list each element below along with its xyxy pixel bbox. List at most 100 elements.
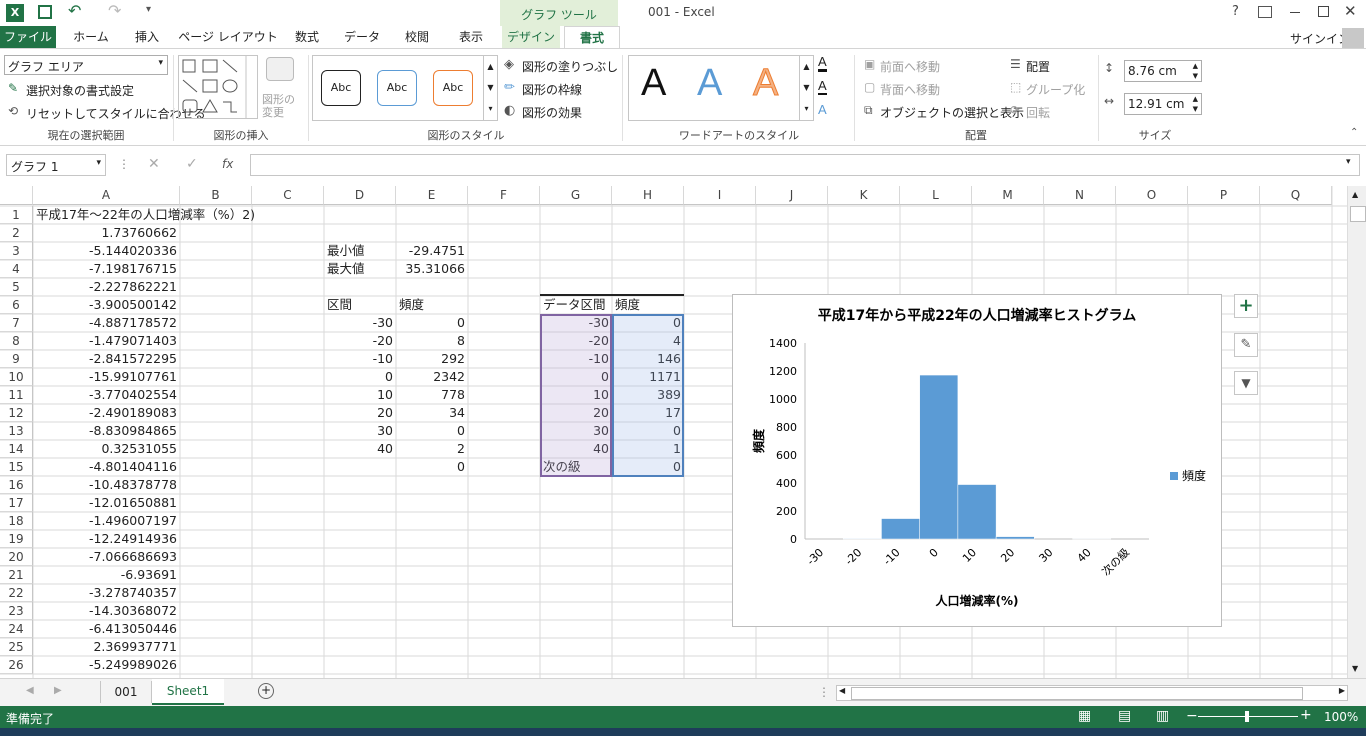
cell-a[interactable]: -12.24914936 bbox=[36, 530, 177, 548]
hscroll-left-icon[interactable]: ◀ bbox=[839, 686, 845, 695]
row-header-22[interactable]: 22 bbox=[0, 584, 33, 602]
scroll-up-icon[interactable]: ▲ bbox=[1352, 190, 1358, 199]
undo-icon[interactable]: ↶ bbox=[68, 1, 81, 20]
chart-styles-button[interactable]: ✎ bbox=[1234, 333, 1258, 357]
spinner-icon[interactable]: ▲ ▼ bbox=[1193, 94, 1198, 114]
style-preset-orange[interactable]: Abc bbox=[433, 70, 473, 106]
confirm-icon[interactable]: ✓ bbox=[186, 156, 198, 172]
bin-cell[interactable]: 10 bbox=[327, 386, 393, 404]
worksheet-grid[interactable]: ABCDEFGHIJKLMNOPQ 1 2 3 4 5 6 7 8 9 10 11 12 13 14 15 1… bbox=[0, 186, 1347, 678]
horizontal-scrollbar[interactable]: ◀ ▶ bbox=[836, 685, 1348, 701]
wordart-gallery[interactable]: A A A ▲ ▼ ▾ bbox=[628, 55, 814, 121]
row-header-9[interactable]: 9 bbox=[0, 350, 33, 368]
column-header-G[interactable]: G bbox=[540, 186, 612, 205]
zoom-out-icon[interactable]: − bbox=[1186, 708, 1198, 724]
tab-file[interactable]: ファイル bbox=[0, 26, 56, 48]
min-label[interactable]: 最小値 bbox=[327, 242, 393, 260]
hscroll-right-icon[interactable]: ▶ bbox=[1339, 686, 1345, 695]
hscroll-thumb[interactable] bbox=[851, 687, 1303, 700]
page-layout-view-icon[interactable]: ▤ bbox=[1118, 708, 1131, 724]
column-header-H[interactable]: H bbox=[612, 186, 684, 205]
hist-freq-header[interactable]: 頻度 bbox=[615, 296, 681, 314]
row-header-23[interactable]: 23 bbox=[0, 602, 33, 620]
zoom-level[interactable]: 100% bbox=[1324, 710, 1358, 724]
rotate-button[interactable]: 回転 bbox=[1026, 104, 1050, 121]
row-header-26[interactable]: 26 bbox=[0, 656, 33, 674]
row-header-4[interactable]: 4 bbox=[0, 260, 33, 278]
tab-formulas[interactable]: 数式 bbox=[284, 26, 330, 48]
bin-cell[interactable]: -10 bbox=[327, 350, 393, 368]
freq-cell[interactable]: 34 bbox=[399, 404, 465, 422]
bin-cell[interactable]: 20 bbox=[327, 404, 393, 422]
cell-a[interactable]: -4.887178572 bbox=[36, 314, 177, 332]
cell-a[interactable]: -3.278740357 bbox=[36, 584, 177, 602]
row-header-6[interactable]: 6 bbox=[0, 296, 33, 314]
avatar[interactable] bbox=[1342, 28, 1364, 48]
spinner-icon[interactable]: ▲ ▼ bbox=[1193, 61, 1198, 81]
freq-header[interactable]: 頻度 bbox=[399, 296, 465, 314]
cell-a[interactable]: -10.48378778 bbox=[36, 476, 177, 494]
close-icon[interactable]: ✕ bbox=[1344, 2, 1357, 20]
row-header-21[interactable]: 21 bbox=[0, 566, 33, 584]
cell-a[interactable]: 2.369937771 bbox=[36, 638, 177, 656]
gallery-scroll[interactable]: ▲ ▼ ▾ bbox=[483, 56, 497, 120]
normal-view-icon[interactable]: ▦ bbox=[1078, 708, 1091, 724]
row-header-10[interactable]: 10 bbox=[0, 368, 33, 386]
ribbon-display-icon[interactable] bbox=[1258, 6, 1272, 18]
max-value[interactable]: 35.31066 bbox=[399, 260, 465, 278]
tab-view[interactable]: 表示 bbox=[448, 26, 494, 48]
expand-formula-icon[interactable]: ▾ bbox=[1346, 157, 1351, 167]
tab-review[interactable]: 校閲 bbox=[394, 26, 440, 48]
row-header-17[interactable]: 17 bbox=[0, 494, 33, 512]
cell-a[interactable]: -7.066686693 bbox=[36, 548, 177, 566]
row-header-19[interactable]: 19 bbox=[0, 530, 33, 548]
text-outline-icon[interactable]: A bbox=[818, 79, 827, 95]
bar-0[interactable] bbox=[919, 374, 959, 540]
column-header-Q[interactable]: Q bbox=[1260, 186, 1332, 205]
column-header-I[interactable]: I bbox=[684, 186, 756, 205]
wordart-blue[interactable]: A bbox=[697, 62, 722, 105]
cell-a[interactable]: -8.830984865 bbox=[36, 422, 177, 440]
scroll-thumb[interactable] bbox=[1350, 206, 1366, 222]
tab-insert[interactable]: 挿入 bbox=[122, 26, 172, 48]
add-sheet-button[interactable]: + bbox=[258, 683, 274, 699]
cell-a[interactable]: -15.99107761 bbox=[36, 368, 177, 386]
row-header-7[interactable]: 7 bbox=[0, 314, 33, 332]
column-header-J[interactable]: J bbox=[756, 186, 828, 205]
tab-home[interactable]: ホーム bbox=[64, 26, 118, 48]
cell-a[interactable]: -12.01650881 bbox=[36, 494, 177, 512]
bin-cell[interactable]: 0 bbox=[327, 368, 393, 386]
chart-filters-button[interactable]: ▼ bbox=[1234, 371, 1258, 395]
cancel-icon[interactable]: ✕ bbox=[148, 156, 160, 172]
width-input[interactable]: 12.91 cm ▲ ▼ bbox=[1124, 93, 1202, 115]
row-header-14[interactable]: 14 bbox=[0, 440, 33, 458]
row-header-24[interactable]: 24 bbox=[0, 620, 33, 638]
cell-a[interactable]: -5.249989026 bbox=[36, 656, 177, 674]
row-header-5[interactable]: 5 bbox=[0, 278, 33, 296]
tab-page-layout[interactable]: ページ レイアウト bbox=[178, 26, 278, 48]
cell-a[interactable]: -7.198176715 bbox=[36, 260, 177, 278]
change-shape-button[interactable]: 図形の変更 bbox=[262, 93, 302, 119]
column-header-B[interactable]: B bbox=[180, 186, 252, 205]
bins-header[interactable]: 区間 bbox=[327, 296, 393, 314]
cell-a[interactable]: -3.900500142 bbox=[36, 296, 177, 314]
format-selection-button[interactable]: 選択対象の書式設定 bbox=[26, 82, 134, 99]
text-fill-icon[interactable]: A bbox=[818, 55, 827, 72]
column-header-N[interactable]: N bbox=[1044, 186, 1116, 205]
hist-bins-header[interactable]: データ区間 bbox=[543, 296, 609, 314]
column-header-D[interactable]: D bbox=[324, 186, 396, 205]
text-effects-icon[interactable]: A bbox=[818, 103, 827, 117]
tab-format[interactable]: 書式 bbox=[564, 26, 620, 49]
column-header-C[interactable]: C bbox=[252, 186, 324, 205]
row-header-2[interactable]: 2 bbox=[0, 224, 33, 242]
restore-icon[interactable] bbox=[1318, 6, 1329, 17]
zoom-in-icon[interactable]: + bbox=[1300, 707, 1312, 723]
bar-20[interactable] bbox=[995, 536, 1035, 540]
bin-cell[interactable]: 40 bbox=[327, 440, 393, 458]
shape-fill-button[interactable]: 図形の塗りつぶし bbox=[522, 58, 618, 75]
cell-a[interactable]: 1.73760662 bbox=[36, 224, 177, 242]
min-value[interactable]: -29.4751 bbox=[399, 242, 465, 260]
row-header-12[interactable]: 12 bbox=[0, 404, 33, 422]
chart-element-selector[interactable]: グラフ エリア ▾ bbox=[4, 55, 168, 75]
select-all-corner[interactable] bbox=[0, 186, 33, 205]
